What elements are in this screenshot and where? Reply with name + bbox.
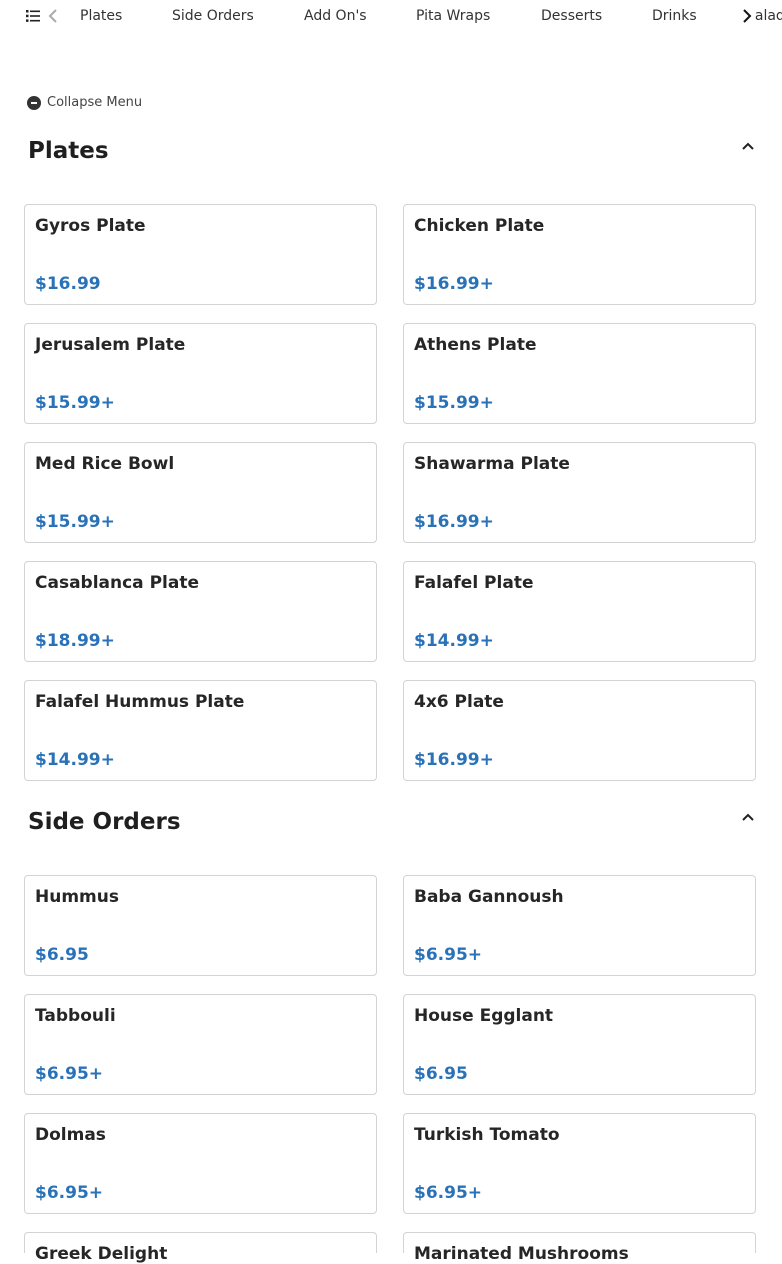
section-title-plates: Plates [28, 138, 109, 164]
item-price: $18.99+ [35, 631, 115, 651]
item-price: $6.95+ [414, 1183, 483, 1203]
item-name: Baba Gannoush [414, 887, 564, 907]
chevron-left-icon[interactable] [46, 8, 60, 24]
menu-item-card[interactable]: Turkish Tomato $6.95+ [403, 1113, 756, 1214]
item-price: $6.95 [414, 1064, 468, 1084]
item-name: Gyros Plate [35, 216, 146, 236]
menu-item-card[interactable]: House Egglant $6.95 [403, 994, 756, 1095]
section-title-side-orders: Side Orders [28, 809, 181, 835]
item-name: Hummus [35, 887, 119, 907]
menu-item-card[interactable]: Athens Plate $15.99+ [403, 323, 756, 424]
menu-item-card[interactable]: Falafel Hummus Plate $14.99+ [24, 680, 377, 781]
chevron-up-icon[interactable] [741, 812, 755, 822]
menu-item-card[interactable]: Falafel Plate $14.99+ [403, 561, 756, 662]
item-price: $15.99+ [35, 512, 115, 532]
nav-item-side-orders[interactable]: Side Orders [172, 8, 254, 24]
menu-item-card[interactable]: Dolmas $6.95+ [24, 1113, 377, 1214]
item-name: House Egglant [414, 1006, 554, 1026]
item-price: $16.99+ [414, 750, 494, 770]
menu-item-card[interactable]: 4x6 Plate $16.99+ [403, 680, 756, 781]
category-nav: Plates Side Orders Add On's Pita Wraps D… [0, 0, 782, 32]
item-name: 4x6 Plate [414, 692, 504, 712]
item-price: $14.99+ [414, 631, 494, 651]
item-price: $6.95+ [414, 945, 483, 965]
item-name: Falafel Plate [414, 573, 534, 593]
item-name: Chicken Plate [414, 216, 545, 236]
menu-item-card[interactable]: Greek Delight [24, 1232, 377, 1264]
item-name: Med Rice Bowl [35, 454, 175, 474]
collapse-menu-button[interactable]: Collapse Menu [27, 95, 142, 110]
item-name: Falafel Hummus Plate [35, 692, 245, 712]
item-name: Jerusalem Plate [35, 335, 186, 355]
nav-item-drinks[interactable]: Drinks [652, 8, 697, 24]
minus-circle-icon [27, 95, 41, 110]
item-name: Shawarma Plate [414, 454, 570, 474]
list-icon[interactable] [26, 9, 40, 23]
item-name: Turkish Tomato [414, 1125, 560, 1145]
menu-item-card[interactable]: Baba Gannoush $6.95+ [403, 875, 756, 976]
item-name: Dolmas [35, 1125, 106, 1145]
menu-item-card[interactable]: Med Rice Bowl $15.99+ [24, 442, 377, 543]
menu-item-card[interactable]: Casablanca Plate $18.99+ [24, 561, 377, 662]
item-name: Casablanca Plate [35, 573, 199, 593]
item-name: Tabbouli [35, 1006, 116, 1026]
menu-item-card[interactable]: Shawarma Plate $16.99+ [403, 442, 756, 543]
item-price: $6.95+ [35, 1183, 104, 1203]
item-name: Marinated Mushrooms [414, 1244, 629, 1264]
menu-item-card[interactable]: Jerusalem Plate $15.99+ [24, 323, 377, 424]
menu-item-card[interactable]: Hummus $6.95 [24, 875, 377, 976]
item-price: $16.99+ [414, 274, 494, 294]
item-price: $6.95 [35, 945, 89, 965]
nav-item-plates[interactable]: Plates [80, 8, 122, 24]
item-price: $6.95+ [35, 1064, 104, 1084]
item-price: $16.99 [35, 274, 101, 294]
item-price: $16.99+ [414, 512, 494, 532]
menu-item-card[interactable]: Tabbouli $6.95+ [24, 994, 377, 1095]
chevron-right-icon[interactable] [740, 8, 754, 24]
menu-item-card[interactable]: Gyros Plate $16.99 [24, 204, 377, 305]
nav-item-pita-wraps[interactable]: Pita Wraps [416, 8, 490, 24]
item-price: $15.99+ [35, 393, 115, 413]
chevron-up-icon[interactable] [741, 141, 755, 151]
collapse-menu-label: Collapse Menu [47, 95, 143, 110]
item-price: $15.99+ [414, 393, 494, 413]
item-name: Greek Delight [35, 1244, 168, 1264]
menu-item-card[interactable]: Marinated Mushrooms [403, 1232, 756, 1264]
item-name: Athens Plate [414, 335, 537, 355]
nav-item-add-ons[interactable]: Add On's [304, 8, 367, 24]
nav-item-desserts[interactable]: Desserts [541, 8, 602, 24]
item-price: $14.99+ [35, 750, 115, 770]
menu-item-card[interactable]: Chicken Plate $16.99+ [403, 204, 756, 305]
